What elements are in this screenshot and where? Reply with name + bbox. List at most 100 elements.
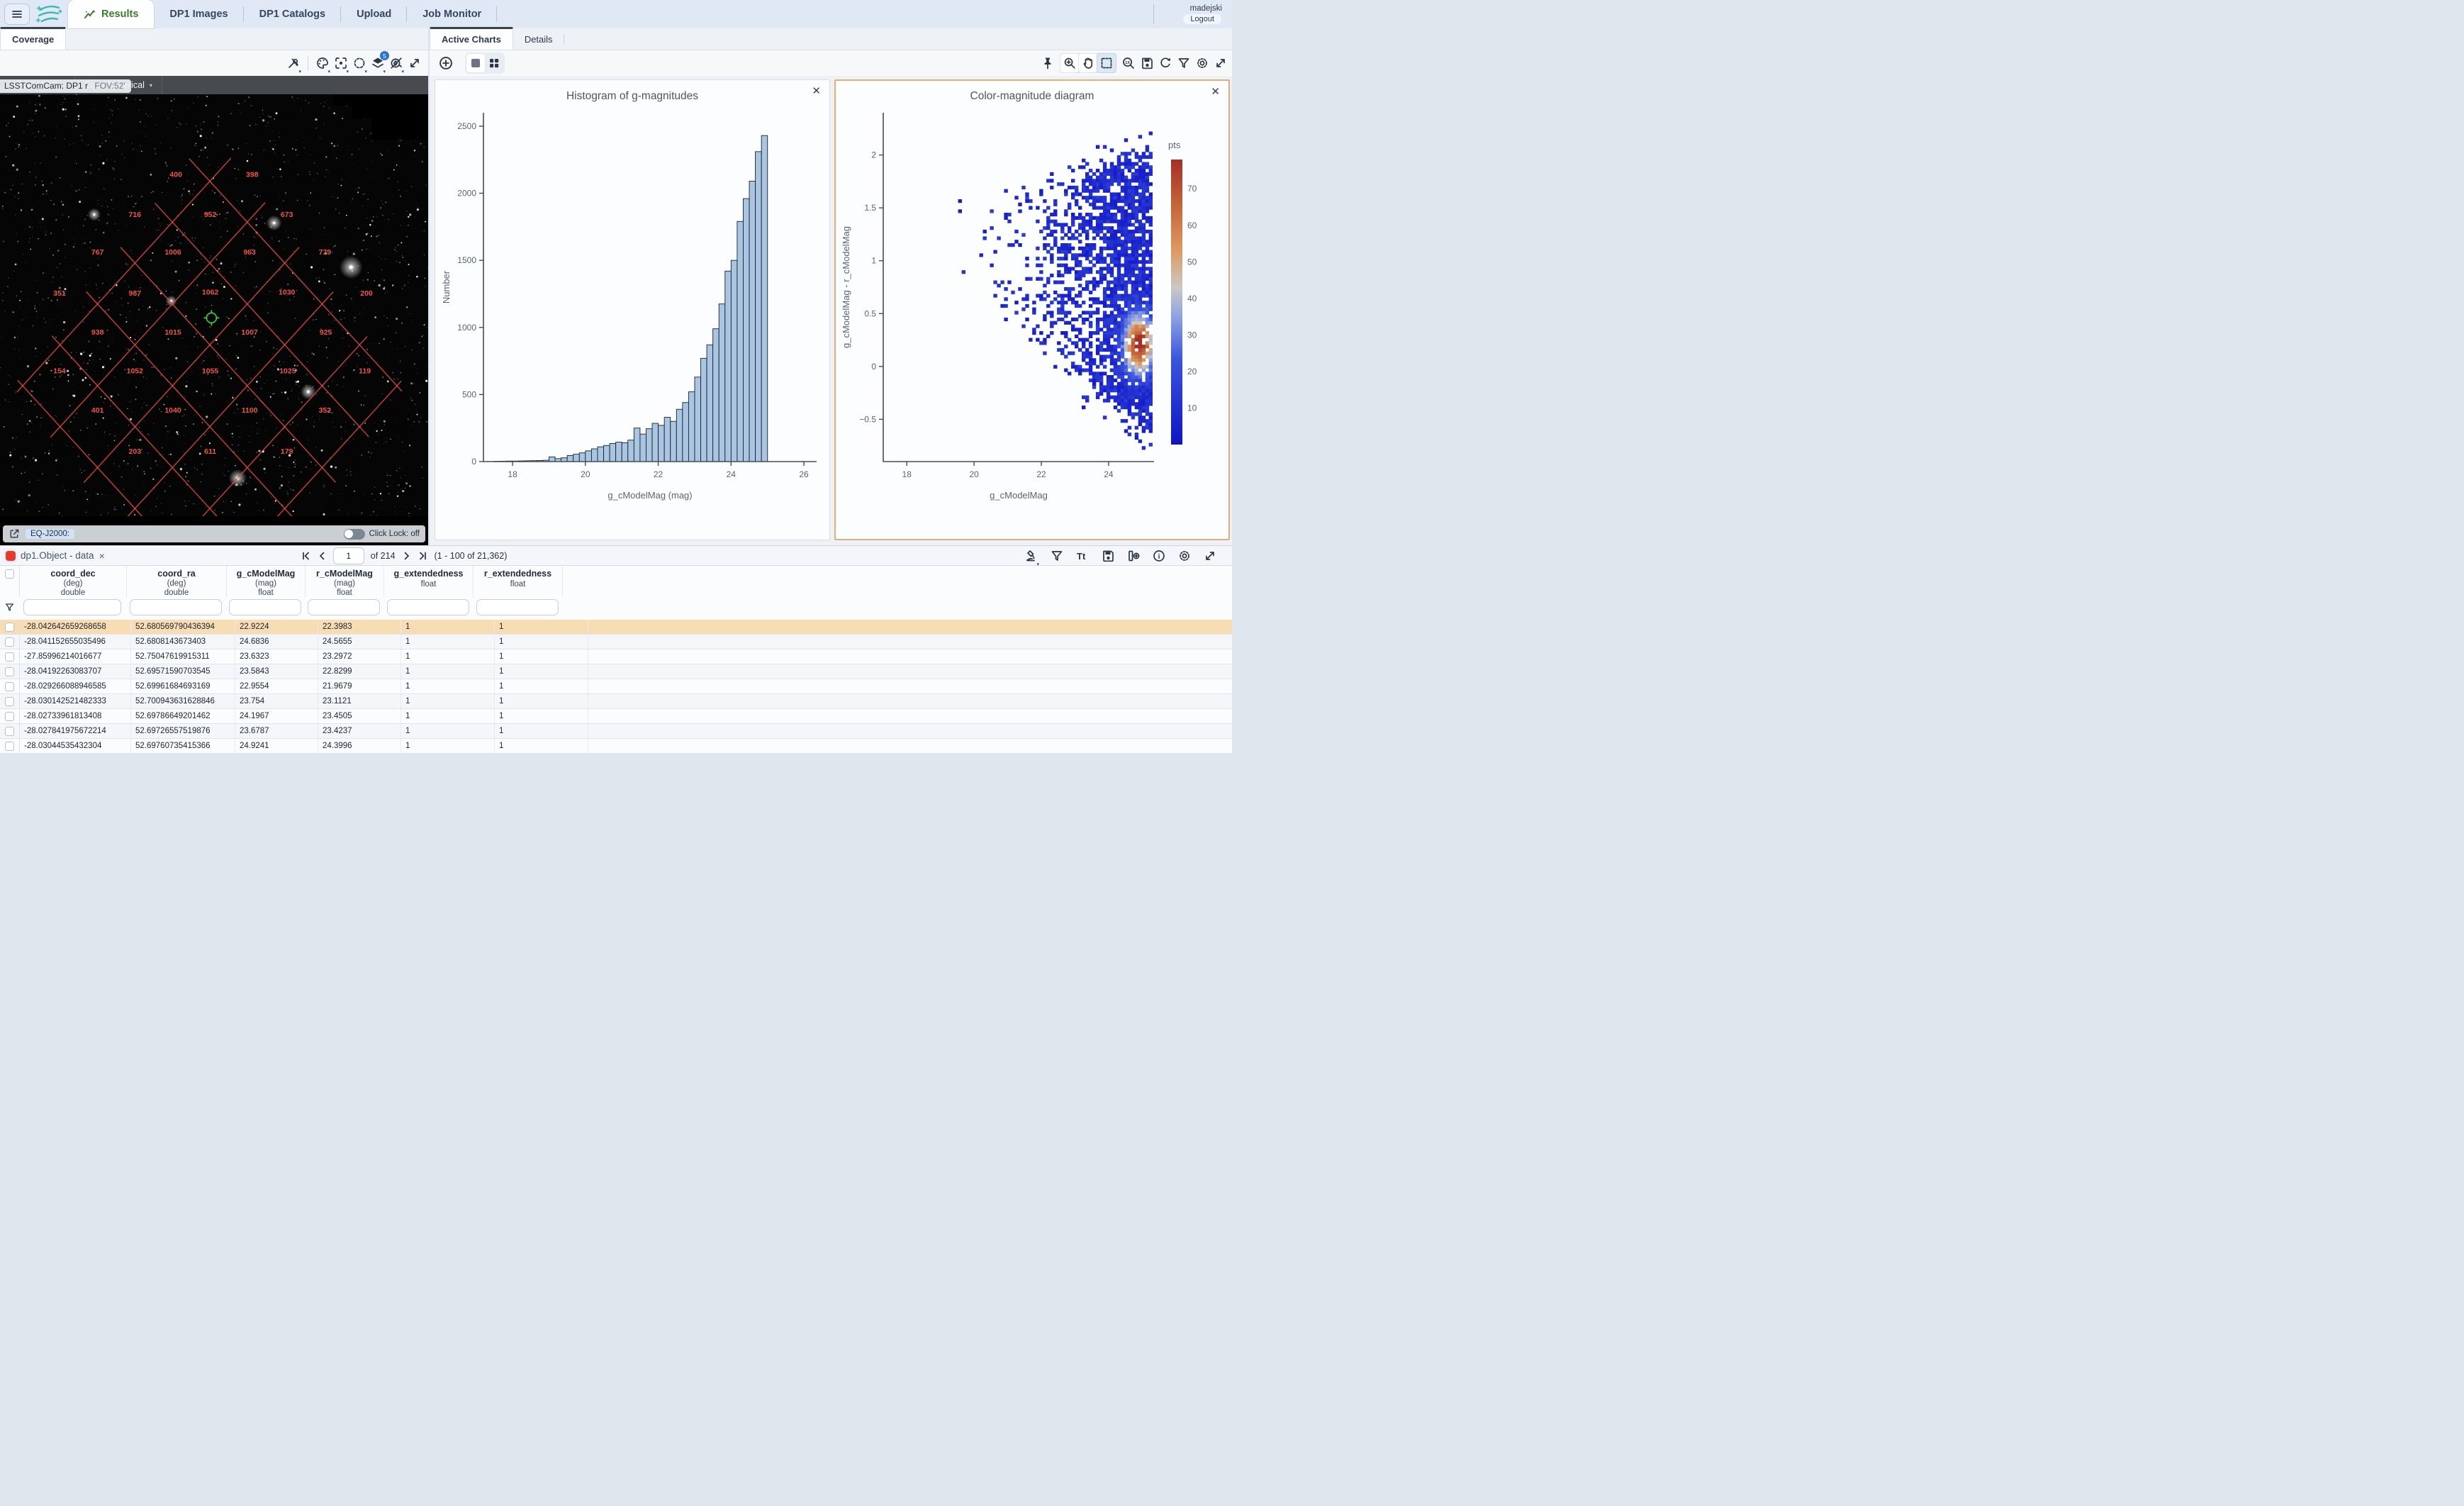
restore-chart-button[interactable] bbox=[1156, 54, 1175, 72]
histogram-bar[interactable] bbox=[634, 428, 640, 462]
histogram-bar[interactable] bbox=[579, 453, 586, 462]
logout-button[interactable]: Logout bbox=[1182, 13, 1222, 25]
heatmap-cells[interactable] bbox=[958, 132, 1153, 450]
histogram-bar[interactable] bbox=[616, 442, 622, 462]
histogram-bar[interactable] bbox=[567, 455, 573, 462]
cmd-chart-card[interactable]: Color-magnitude diagram ✕ −0.500.511.521… bbox=[834, 79, 1230, 540]
histogram-bar[interactable] bbox=[591, 449, 598, 462]
histogram-bar[interactable] bbox=[761, 135, 768, 462]
page-number-input[interactable] bbox=[333, 547, 364, 564]
pin-chart-button[interactable] bbox=[1038, 54, 1057, 72]
filter-input-coord_dec[interactable] bbox=[23, 599, 121, 615]
histogram-bar[interactable] bbox=[652, 423, 659, 462]
table-info-button[interactable]: i bbox=[1150, 547, 1168, 565]
close-table-icon[interactable]: × bbox=[99, 550, 105, 562]
tab-active-charts[interactable]: Active Charts bbox=[430, 27, 513, 50]
inspect-table-button[interactable]: ▾ bbox=[1022, 547, 1041, 565]
histogram-bar[interactable] bbox=[688, 392, 695, 462]
column-header-coord_dec[interactable]: coord_dec(deg)double bbox=[20, 566, 127, 597]
histogram-bar[interactable] bbox=[646, 429, 652, 462]
cmd-plot[interactable]: −0.500.511.5218202224g_cModelMagg_cModel… bbox=[838, 104, 1226, 508]
column-header-coord_ra[interactable]: coord_ra(deg)double bbox=[127, 566, 227, 597]
table-row[interactable]: -28.0304453543230452.6976073541536624.92… bbox=[0, 739, 1232, 753]
histogram-bar[interactable] bbox=[737, 221, 744, 462]
image-tools-button[interactable]: ▾ bbox=[284, 54, 303, 72]
close-cmd-icon[interactable]: ✕ bbox=[1211, 87, 1220, 97]
chart-settings-button[interactable] bbox=[1193, 54, 1211, 72]
histogram-bar[interactable] bbox=[731, 260, 737, 462]
histogram-plot[interactable]: 050010001500200025001820222426g_cModelMa… bbox=[438, 104, 827, 508]
tab-coverage[interactable]: Coverage bbox=[0, 27, 66, 50]
histogram-bar[interactable] bbox=[719, 304, 725, 462]
column-header-r_cModelMag[interactable]: r_cModelMag(mag)float bbox=[306, 566, 384, 597]
recenter-button[interactable]: ▾ bbox=[332, 54, 350, 72]
filter-input-r_cModelMag[interactable] bbox=[308, 599, 381, 615]
row-checkbox[interactable] bbox=[5, 727, 14, 736]
filter-row-icon[interactable] bbox=[4, 602, 15, 613]
table-row[interactable]: -28.0419226308370752.6957159070354523.58… bbox=[0, 664, 1232, 679]
sky-image[interactable]: 4003987169526737671006963779351987106210… bbox=[0, 94, 428, 516]
single-chart-view-button[interactable] bbox=[466, 54, 485, 72]
filter-input-g_cModelMag[interactable] bbox=[229, 599, 302, 615]
column-header-r_extendedness[interactable]: r_extendednessfloat bbox=[474, 566, 563, 597]
histogram-bar[interactable] bbox=[707, 345, 713, 462]
histogram-bar[interactable] bbox=[610, 443, 616, 462]
histogram-bar[interactable] bbox=[604, 445, 610, 462]
filter-table-button[interactable] bbox=[1048, 547, 1066, 565]
histogram-bar[interactable] bbox=[628, 440, 634, 462]
table-row[interactable]: -28.04115265503549652.680814367340324.68… bbox=[0, 635, 1232, 649]
last-page-button[interactable] bbox=[418, 551, 428, 561]
overlay-visibility-button[interactable]: ▾ bbox=[387, 54, 405, 72]
filter-input-r_extendedness[interactable] bbox=[476, 599, 559, 615]
table-row[interactable]: -28.04264265926865852.68056979043639422.… bbox=[0, 620, 1232, 635]
row-checkbox[interactable] bbox=[5, 623, 14, 632]
zoom-reset-button[interactable]: 1X bbox=[1119, 54, 1138, 72]
table-row[interactable]: -28.02926608894658552.6996168469316922.9… bbox=[0, 679, 1232, 694]
tab-details[interactable]: Details bbox=[513, 29, 564, 50]
prev-page-button[interactable] bbox=[317, 551, 327, 561]
close-histogram-icon[interactable]: ✕ bbox=[812, 86, 821, 96]
histogram-bar[interactable] bbox=[671, 421, 677, 462]
nav-tab-dp1-images[interactable]: DP1 Images bbox=[154, 0, 243, 28]
filter-input-coord_ra[interactable] bbox=[130, 599, 221, 615]
histogram-bar[interactable] bbox=[549, 457, 555, 462]
nav-tab-results[interactable]: Results bbox=[68, 0, 154, 28]
first-page-button[interactable] bbox=[301, 551, 310, 561]
save-table-button[interactable] bbox=[1099, 547, 1117, 565]
table-settings-button[interactable] bbox=[1175, 547, 1194, 565]
expand-charts-button[interactable] bbox=[1211, 54, 1230, 72]
histogram-bar[interactable] bbox=[683, 403, 689, 462]
filter-chart-button[interactable] bbox=[1175, 54, 1193, 72]
external-link-icon[interactable] bbox=[9, 528, 20, 540]
table-tab[interactable]: dp1.Object - data × bbox=[6, 550, 105, 562]
histogram-bar[interactable] bbox=[756, 152, 762, 462]
sky-viewer[interactable]: HiPS / MOC ▾ Equ / Spherical ▾ LSSTComCa… bbox=[0, 76, 428, 545]
histogram-bar[interactable] bbox=[725, 271, 732, 462]
box-select-mode-button[interactable] bbox=[1097, 54, 1116, 72]
text-view-button[interactable]: Tt bbox=[1073, 547, 1092, 565]
add-column-button[interactable] bbox=[1124, 547, 1143, 565]
table-row[interactable]: -27.8599621401667752.7504761991531123.63… bbox=[0, 649, 1232, 664]
table-row[interactable]: -28.03014252148233352.70094363162884623.… bbox=[0, 694, 1232, 709]
grid-chart-view-button[interactable] bbox=[485, 54, 503, 72]
row-checkbox[interactable] bbox=[5, 742, 14, 751]
histogram-chart-card[interactable]: Histogram of g-magnitudes ✕ 050010001500… bbox=[435, 79, 830, 540]
row-checkbox[interactable] bbox=[5, 682, 14, 691]
color-palette-button[interactable]: ▾ bbox=[313, 54, 332, 72]
histogram-bar[interactable] bbox=[659, 425, 665, 462]
next-page-button[interactable] bbox=[402, 551, 412, 561]
row-checkbox[interactable] bbox=[5, 652, 14, 662]
histogram-bar[interactable] bbox=[586, 451, 592, 462]
filter-input-g_extendedness[interactable] bbox=[387, 599, 469, 615]
expand-coverage-button[interactable] bbox=[405, 54, 424, 72]
save-chart-button[interactable] bbox=[1138, 54, 1156, 72]
pan-mode-button[interactable] bbox=[1079, 54, 1097, 72]
expand-table-button[interactable] bbox=[1201, 547, 1219, 565]
histogram-bar[interactable] bbox=[640, 434, 646, 462]
layers-button[interactable]: 5 ▾ bbox=[369, 54, 387, 72]
histogram-bar[interactable] bbox=[701, 358, 707, 462]
histogram-bar[interactable] bbox=[749, 182, 756, 462]
histogram-bar[interactable] bbox=[695, 377, 701, 462]
histogram-bar[interactable] bbox=[664, 418, 671, 462]
row-checkbox[interactable] bbox=[5, 712, 14, 721]
